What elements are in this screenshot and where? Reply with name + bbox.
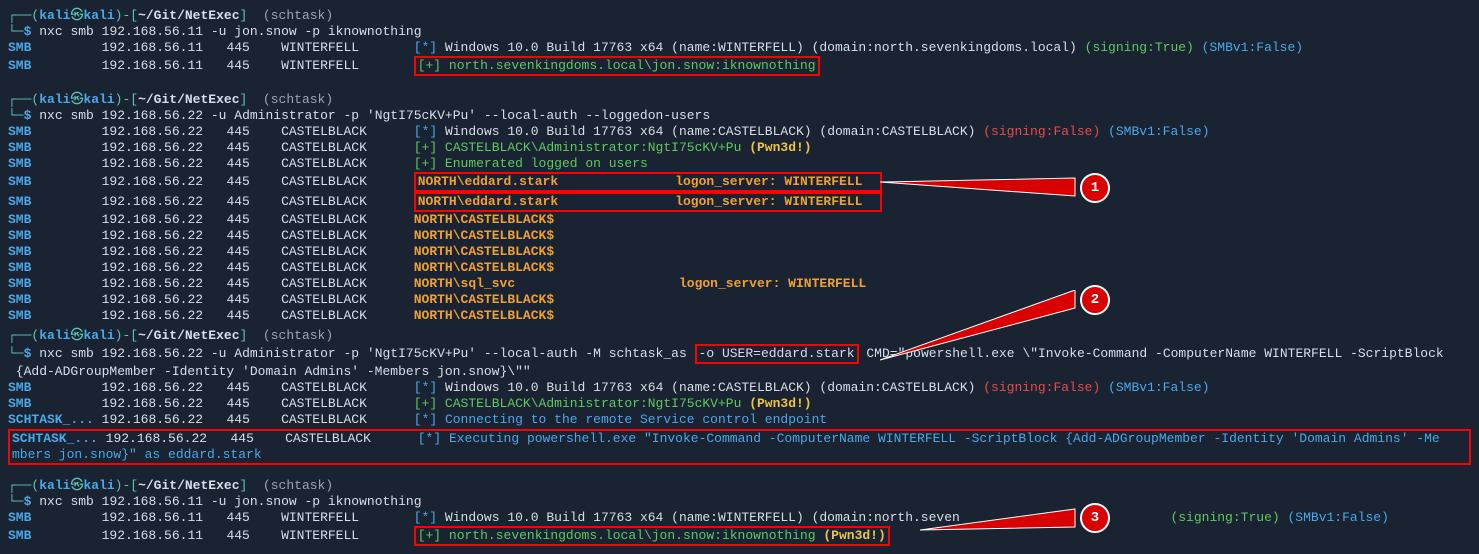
out-b2-l1: SMB 192.168.56.22 445 CASTELBLACK [*] Wi…: [8, 124, 1471, 140]
out-b2-eddard1: SMB 192.168.56.22 445 CASTELBLACK NORTH\…: [8, 172, 1471, 192]
out-b1-l1: SMB 192.168.56.11 445 WINTERFELL [*] Win…: [8, 40, 1471, 56]
command-3b[interactable]: {Add-ADGroupMember -Identity 'Domain Adm…: [8, 364, 1471, 380]
callout-2: 2: [1080, 285, 1110, 315]
out-b2-eddard2: SMB 192.168.56.22 445 CASTELBLACK NORTH\…: [8, 192, 1471, 212]
out-b2-sql: SMB 192.168.56.22 445 CASTELBLACK NORTH\…: [8, 276, 1471, 292]
callout-1: 1: [1080, 173, 1110, 203]
out-b2-cb4: SMB 192.168.56.22 445 CASTELBLACK NORTH\…: [8, 260, 1471, 276]
command-2[interactable]: └─$ nxc smb 192.168.56.22 -u Administrat…: [8, 108, 1471, 124]
out-b2-cb5: SMB 192.168.56.22 445 CASTELBLACK NORTH\…: [8, 292, 1471, 308]
out-b2-cb1: SMB 192.168.56.22 445 CASTELBLACK NORTH\…: [8, 212, 1471, 228]
prompt-line-3: ┌──(kali㉿kali)-[~/Git/NetExec] (schtask): [8, 328, 1471, 344]
prompt-line-4: ┌──(kali㉿kali)-[~/Git/NetExec] (schtask): [8, 478, 1471, 494]
out-b3-l1: SMB 192.168.56.22 445 CASTELBLACK [*] Wi…: [8, 380, 1471, 396]
out-b2-cb2: SMB 192.168.56.22 445 CASTELBLACK NORTH\…: [8, 228, 1471, 244]
callout-3: 3: [1080, 503, 1110, 533]
out-b2-l2: SMB 192.168.56.22 445 CASTELBLACK [+] CA…: [8, 140, 1471, 156]
command-3[interactable]: └─$ nxc smb 192.168.56.22 -u Administrat…: [8, 344, 1471, 364]
out-b3-sch2: SCHTASK_... 192.168.56.22 445 CASTELBLAC…: [12, 431, 1467, 447]
prompt-line-1: ┌──(kali㉿kali)-[~/Git/NetExec] (schtask): [8, 8, 1471, 24]
out-b4-l2: SMB 192.168.56.11 445 WINTERFELL [+] nor…: [8, 526, 1471, 546]
out-b3-sch3: mbers jon.snow}" as eddard.stark: [12, 447, 1467, 463]
out-b4-l1: SMB 192.168.56.11 445 WINTERFELL [*] Win…: [8, 510, 1471, 526]
prompt-line-2: ┌──(kali㉿kali)-[~/Git/NetExec] (schtask): [8, 92, 1471, 108]
command-4[interactable]: └─$ nxc smb 192.168.56.11 -u jon.snow -p…: [8, 494, 1471, 510]
out-b2-cb3: SMB 192.168.56.22 445 CASTELBLACK NORTH\…: [8, 244, 1471, 260]
out-b3-sch1: SCHTASK_... 192.168.56.22 445 CASTELBLAC…: [8, 412, 1471, 428]
out-b2-cb6: SMB 192.168.56.22 445 CASTELBLACK NORTH\…: [8, 308, 1471, 324]
command-1[interactable]: └─$ nxc smb 192.168.56.11 -u jon.snow -p…: [8, 24, 1471, 40]
out-b3-l2: SMB 192.168.56.22 445 CASTELBLACK [+] CA…: [8, 396, 1471, 412]
out-b2-l3: SMB 192.168.56.22 445 CASTELBLACK [+] En…: [8, 156, 1471, 172]
out-b1-l2: SMB 192.168.56.11 445 WINTERFELL [+] nor…: [8, 56, 1471, 76]
exec-highlight-box: SCHTASK_... 192.168.56.22 445 CASTELBLAC…: [8, 429, 1471, 465]
